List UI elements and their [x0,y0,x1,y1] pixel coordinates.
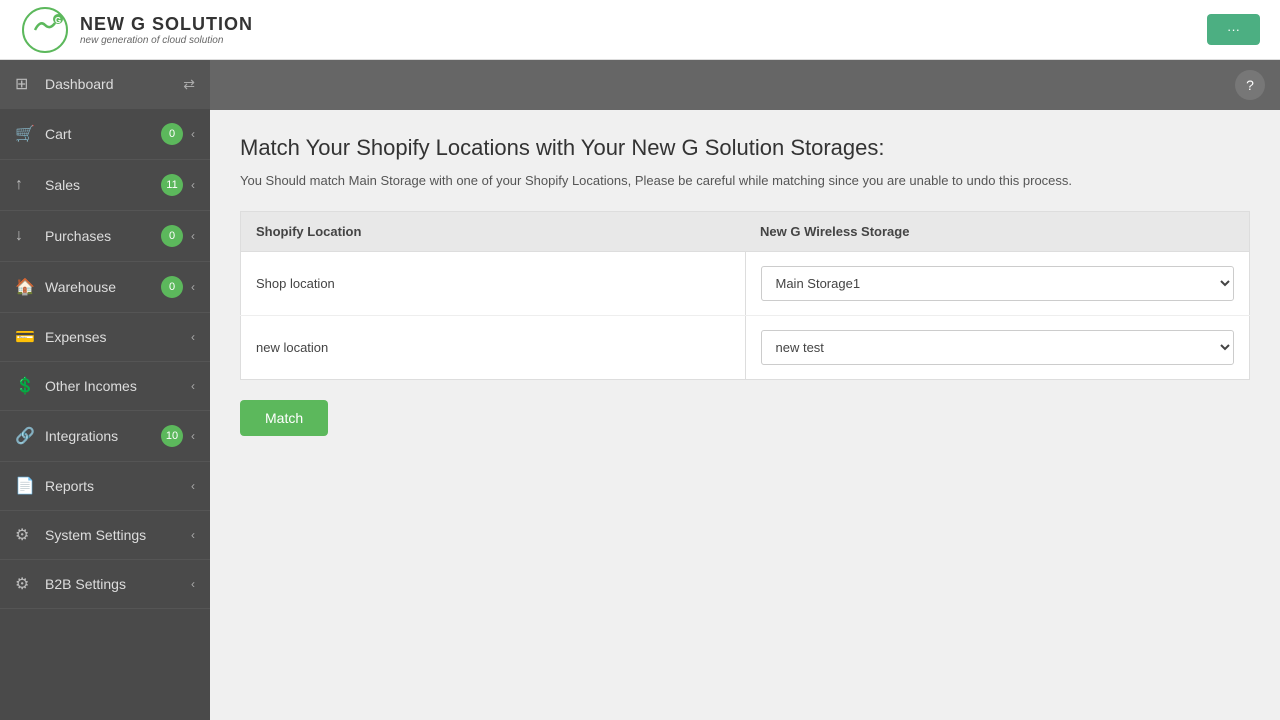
purchases-badge: 0 [161,225,183,247]
purchases-icon: ↓ [15,227,35,245]
integrations-badge: 10 [161,425,183,447]
sidebar-item-reports[interactable]: 📄 Reports ‹ [0,462,210,511]
sidebar-label-warehouse: Warehouse [45,279,161,295]
logo-title: NEW G SOLUTION [80,14,253,35]
cart-icon: 🛒 [15,124,35,144]
other-incomes-chevron-icon: ‹ [191,379,195,393]
storage-cell-2: Main Storage1 new test Storage 3 [745,315,1250,379]
match-button[interactable]: Match [240,400,328,436]
match-table: Shopify Location New G Wireless Storage … [240,211,1250,380]
logo-area: G NEW G SOLUTION new generation of cloud… [20,5,253,55]
svg-text:G: G [55,16,61,25]
sidebar-label-expenses: Expenses [45,329,191,345]
sidebar-item-system-settings[interactable]: ⚙ System Settings ‹ [0,511,210,560]
sidebar-item-other-incomes[interactable]: 💲 Other Incomes ‹ [0,362,210,411]
sidebar-label-integrations: Integrations [45,428,161,444]
location-cell-2: new location [241,315,746,379]
sidebar-item-cart[interactable]: 🛒 Cart 0 ‹ [0,109,210,160]
warehouse-badge: 0 [161,276,183,298]
sidebar-label-cart: Cart [45,126,161,142]
reports-icon: 📄 [15,476,35,496]
help-button[interactable]: ? [1235,70,1265,100]
sidebar-label-sales: Sales [45,177,161,193]
sidebar-item-b2b-settings[interactable]: ⚙ B2B Settings ‹ [0,560,210,609]
sidebar-label-b2b-settings: B2B Settings [45,576,191,592]
top-header: G NEW G SOLUTION new generation of cloud… [0,0,1280,60]
integrations-icon: 🔗 [15,426,35,446]
system-settings-icon: ⚙ [15,525,35,545]
dashboard-arrow-icon: ⇄ [183,76,195,93]
sidebar-label-other-incomes: Other Incomes [45,378,191,394]
header-action-button[interactable]: ··· [1207,14,1260,45]
other-incomes-icon: 💲 [15,376,35,396]
location-cell-1: Shop location [241,251,746,315]
sidebar-item-purchases[interactable]: ↓ Purchases 0 ‹ [0,211,210,262]
content-toolbar: ? [210,60,1280,110]
system-settings-chevron-icon: ‹ [191,528,195,542]
warehouse-icon: 🏠 [15,277,35,297]
main-content: ? Match Your Shopify Locations with Your… [210,60,1280,720]
sidebar-label-purchases: Purchases [45,228,161,244]
app-body: ⊞ Dashboard ⇄ 🛒 Cart 0 ‹ ↑ Sales 11 ‹ ↓ … [0,60,1280,720]
cart-badge: 0 [161,123,183,145]
storage-select-1[interactable]: Main Storage1 new test Storage 3 [761,266,1235,301]
logo-subtitle: new generation of cloud solution [80,35,253,46]
sidebar-item-integrations[interactable]: 🔗 Integrations 10 ‹ [0,411,210,462]
dashboard-icon: ⊞ [15,74,35,94]
b2b-settings-chevron-icon: ‹ [191,577,195,591]
purchases-chevron-icon: ‹ [191,229,195,243]
sidebar-item-warehouse[interactable]: 🏠 Warehouse 0 ‹ [0,262,210,313]
sidebar-item-expenses[interactable]: 💳 Expenses ‹ [0,313,210,362]
cart-chevron-icon: ‹ [191,127,195,141]
sidebar-label-dashboard: Dashboard [45,76,183,92]
sales-icon: ↑ [15,176,35,194]
table-row: new location Main Storage1 new test Stor… [241,315,1250,379]
warehouse-chevron-icon: ‹ [191,280,195,294]
b2b-settings-icon: ⚙ [15,574,35,594]
sidebar-label-reports: Reports [45,478,191,494]
col2-header: New G Wireless Storage [745,211,1250,251]
col1-header: Shopify Location [241,211,746,251]
header-right: ··· [1207,14,1260,45]
reports-chevron-icon: ‹ [191,479,195,493]
sidebar: ⊞ Dashboard ⇄ 🛒 Cart 0 ‹ ↑ Sales 11 ‹ ↓ … [0,60,210,720]
page-title: Match Your Shopify Locations with Your N… [240,135,1250,161]
storage-cell-1: Main Storage1 new test Storage 3 [745,251,1250,315]
sales-chevron-icon: ‹ [191,178,195,192]
sidebar-label-system-settings: System Settings [45,527,191,543]
integrations-chevron-icon: ‹ [191,429,195,443]
storage-select-2[interactable]: Main Storage1 new test Storage 3 [761,330,1235,365]
page-subtitle: You Should match Main Storage with one o… [240,171,1250,191]
content-area: Match Your Shopify Locations with Your N… [210,110,1280,720]
sidebar-item-sales[interactable]: ↑ Sales 11 ‹ [0,160,210,211]
expenses-chevron-icon: ‹ [191,330,195,344]
sales-badge: 11 [161,174,183,196]
sidebar-item-dashboard[interactable]: ⊞ Dashboard ⇄ [0,60,210,109]
logo-text: NEW G SOLUTION new generation of cloud s… [80,14,253,46]
logo-icon: G [20,5,70,55]
table-row: Shop location Main Storage1 new test Sto… [241,251,1250,315]
expenses-icon: 💳 [15,327,35,347]
